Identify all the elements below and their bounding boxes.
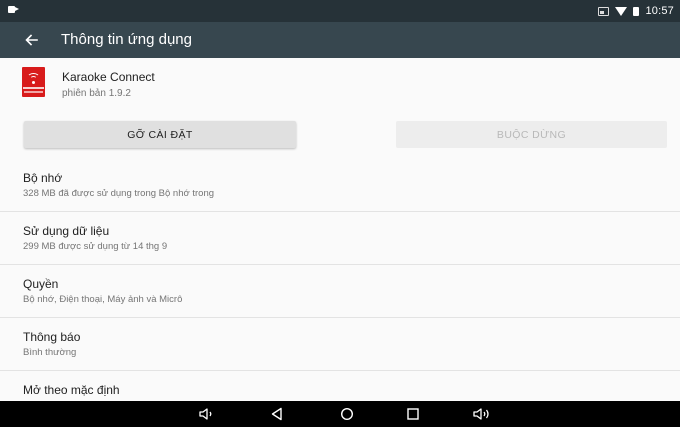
list-item-open-by-default[interactable]: Mở theo mặc định: [0, 371, 680, 401]
back-nav-button[interactable]: [262, 401, 292, 427]
app-version: phiên bản 1.9.2: [62, 88, 131, 99]
list-item-summary: Bình thường: [23, 347, 77, 358]
status-clock: 10:57: [645, 5, 674, 17]
list-item-data-usage[interactable]: Sử dụng dữ liệu 299 MB được sử dụng từ 1…: [0, 212, 680, 265]
arrow-back-icon: [24, 34, 38, 46]
list-item-summary: Bộ nhớ, Điện thoại, Máy ảnh và Micrô: [23, 294, 183, 305]
volume-up-button[interactable]: [467, 401, 497, 427]
list-item-title: Sử dụng dữ liệu: [23, 224, 110, 238]
volume-up-icon: [473, 408, 489, 420]
camera-icon: [8, 6, 19, 13]
list-item-summary: 299 MB được sử dụng từ 14 thg 9: [23, 241, 168, 252]
volume-down-icon: [199, 408, 212, 420]
back-button[interactable]: [20, 30, 42, 50]
recents-square-icon: [407, 408, 419, 420]
app-name: Karaoke Connect: [62, 70, 155, 84]
home-nav-button[interactable]: [332, 401, 362, 427]
list-item-permissions[interactable]: Quyền Bộ nhớ, Điện thoại, Máy ảnh và Mic…: [0, 265, 680, 318]
status-bar: 10:57: [0, 0, 680, 22]
battery-icon: [633, 6, 640, 16]
page-title: Thông tin ứng dụng: [61, 31, 192, 48]
volume-down-button[interactable]: [192, 401, 222, 427]
list-item-title: Quyền: [23, 277, 59, 291]
force-stop-button[interactable]: BUỘC DỪNG: [396, 121, 667, 148]
navigation-bar: [0, 401, 680, 427]
wifi-icon: [615, 6, 628, 16]
cast-icon: [598, 6, 610, 16]
status-icons: 10:57: [598, 4, 674, 18]
home-circle-icon: [340, 407, 354, 421]
app-bar: Thông tin ứng dụng: [0, 22, 680, 58]
karaoke-connect-app-icon: [22, 67, 45, 97]
list-item-title: Mở theo mặc định: [23, 383, 120, 397]
list-item-title: Bộ nhớ: [23, 171, 63, 185]
list-item-title: Thông báo: [23, 330, 81, 344]
list-item-summary: 328 MB đã được sử dụng trong Bộ nhớ tron…: [23, 188, 215, 199]
uninstall-button[interactable]: GỠ CÀI ĐẶT: [24, 121, 296, 148]
back-triangle-icon: [271, 407, 282, 421]
list-item-storage[interactable]: Bộ nhớ 328 MB đã được sử dụng trong Bộ n…: [0, 159, 680, 212]
recents-nav-button[interactable]: [398, 401, 428, 427]
list-item-notifications[interactable]: Thông báo Bình thường: [0, 318, 680, 371]
